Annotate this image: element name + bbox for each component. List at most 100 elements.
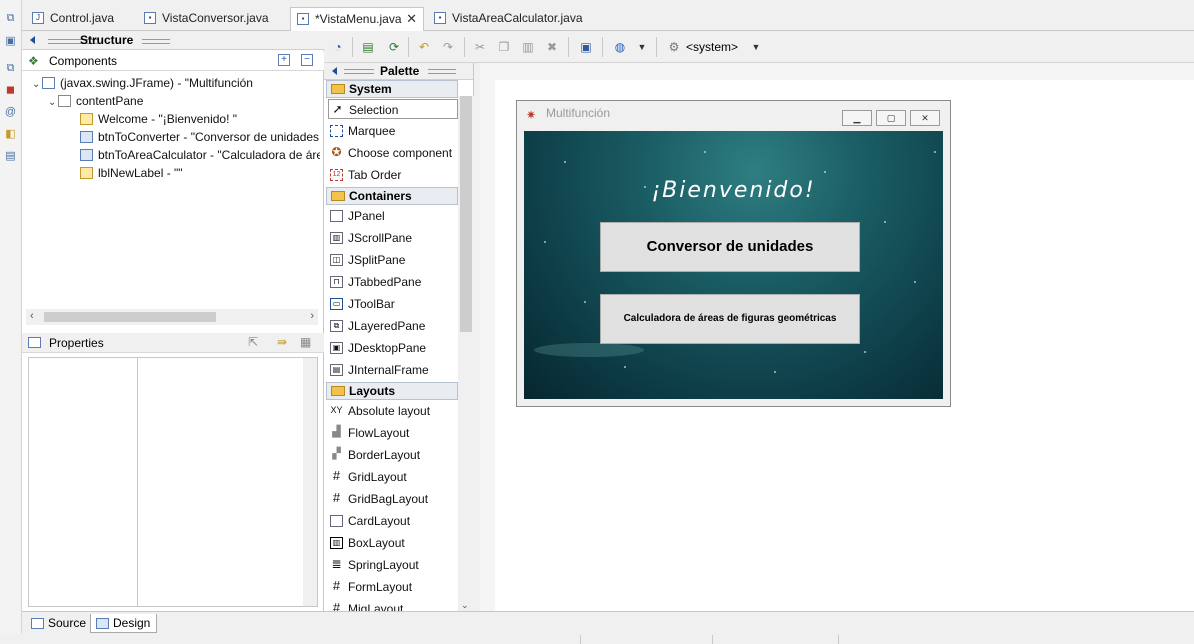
palette-item-selection[interactable]: ➚ Selection	[328, 99, 458, 119]
palette-item-springlayout[interactable]: ≣ SpringLayout	[328, 555, 458, 575]
scroll-left-icon[interactable]: ‹	[30, 310, 34, 322]
collapse-arrow-icon[interactable]	[332, 67, 337, 75]
status-separator	[580, 635, 581, 644]
tab-vistaconversor-java[interactable]: ▪ VistaConversor.java	[138, 7, 286, 31]
structure-header: Structure	[22, 31, 324, 50]
generate-code-icon[interactable]: ▤	[360, 39, 376, 55]
globe-icon[interactable]: ◍	[612, 39, 628, 55]
palette-item-formlayout[interactable]: # FormLayout	[328, 577, 458, 597]
cut-icon[interactable]: ✂	[472, 39, 488, 55]
palette-item-miglayout[interactable]: # MigLayout	[328, 599, 458, 611]
tree-node-welcome[interactable]: Welcome - "¡Bienvenido! "	[80, 110, 237, 128]
tab-label: VistaAreaCalculator.java	[452, 11, 583, 25]
palette-item-jscrollpane[interactable]: ▥ JScrollPane	[328, 228, 458, 248]
palette-item-jlayeredpane[interactable]: ⧉ JLayeredPane	[328, 316, 458, 336]
collapse-arrow-icon[interactable]	[30, 36, 35, 44]
delete-icon[interactable]: ✖	[544, 39, 560, 55]
look-and-feel-icon[interactable]: ⚙	[666, 39, 682, 55]
maximize-button[interactable]: ▢	[876, 110, 906, 126]
scroll-down-icon[interactable]: ⌄	[461, 600, 469, 611]
palette-item-gridlayout[interactable]: # GridLayout	[328, 467, 458, 487]
tab-label: Control.java	[50, 11, 115, 25]
jdesktoppane-icon: ▣	[330, 342, 343, 354]
welcome-label: ¡Bienvenido!	[651, 178, 816, 203]
palette-item-jtoolbar[interactable]: ▭ JToolBar	[328, 294, 458, 314]
area-calculator-button[interactable]: Calculadora de áreas de figuras geométri…	[600, 294, 860, 344]
tab-vistaareacalculator-java[interactable]: ▪ VistaAreaCalculator.java	[428, 7, 586, 31]
particle	[824, 171, 826, 173]
scrollbar-thumb[interactable]	[44, 312, 216, 322]
palette-scrollbar-thumb[interactable]	[460, 96, 472, 332]
look-and-feel-value[interactable]: <system>	[686, 40, 738, 54]
properties-grid[interactable]	[28, 357, 318, 607]
tab-design[interactable]: Design	[90, 614, 158, 633]
palette-item-jdesktoppane[interactable]: ▣ JDesktopPane	[328, 338, 458, 358]
tab-source[interactable]: Source	[26, 614, 92, 633]
show-events-icon[interactable]: ⇱	[248, 335, 258, 349]
close-tab-icon[interactable]: ✕	[406, 8, 417, 30]
palette-item-tab-order[interactable]: 12 Tab Order	[328, 165, 458, 185]
components-header: ❖ Components + −	[22, 51, 324, 71]
expand-all-icon[interactable]: +	[278, 54, 290, 66]
chevron-down-icon[interactable]: ▼	[748, 39, 764, 55]
tab-control-java[interactable]: J Control.java	[26, 7, 132, 31]
declaration-icon[interactable]: ◧	[4, 128, 17, 141]
palette-item-jinternalframe[interactable]: ▤ JInternalFrame	[328, 360, 458, 380]
minimize-button[interactable]: ▁	[842, 110, 872, 126]
palette-item-cardlayout[interactable]: CardLayout	[328, 511, 458, 531]
palette-item-boxlayout[interactable]: ▥ BoxLayout	[328, 533, 458, 553]
palette-item-flowlayout[interactable]: ▟ FlowLayout	[328, 423, 458, 443]
goto-definition-icon[interactable]: ⇛	[277, 335, 287, 349]
tree-node-contentpane[interactable]: ⌄ contentPane	[48, 92, 143, 110]
palette-category-containers[interactable]: Containers	[326, 187, 458, 205]
grip-icon	[142, 39, 170, 44]
view-menu-icon[interactable]: ▦	[300, 335, 311, 349]
scroll-right-icon[interactable]: ›	[310, 310, 314, 322]
palette-category-layouts[interactable]: Layouts	[326, 382, 458, 400]
chevron-down-icon[interactable]: ⌄	[32, 76, 42, 94]
particle	[934, 151, 936, 153]
refresh-icon[interactable]: ⟳	[386, 39, 402, 55]
redo-icon[interactable]: ↷	[440, 39, 456, 55]
test-gui-icon[interactable]: ◔	[330, 39, 346, 55]
palette-item-marquee[interactable]: Marquee	[328, 121, 458, 141]
tree-node-jframe[interactable]: ⌄ (javax.swing.JFrame) - "Multifunción	[32, 74, 253, 92]
javadoc-icon[interactable]: @	[4, 106, 17, 119]
editor-tab-bar: J Control.java ▪ VistaConversor.java ▪ *…	[22, 5, 1194, 32]
tree-node-lblnewlabel[interactable]: lblNewLabel - ""	[80, 164, 183, 182]
frame-icon	[42, 77, 55, 89]
tab-vistamenu-java[interactable]: ▪ *VistaMenu.java ✕	[290, 7, 424, 32]
palette-category-system[interactable]: System	[326, 80, 458, 98]
preview-icon[interactable]: ▣	[578, 39, 594, 55]
palette-item-absolute-layout[interactable]: XY Absolute layout	[328, 401, 458, 421]
tree-node-btntoareacalculator[interactable]: btnToAreaCalculator - "Calculadora de ár…	[80, 146, 320, 164]
chevron-down-icon[interactable]: ⌄	[48, 94, 58, 112]
problems-icon[interactable]: ◼	[4, 84, 17, 97]
jtoolbar-icon: ▭	[330, 298, 343, 310]
palette-item-jsplitpane[interactable]: ◫ JSplitPane	[328, 250, 458, 270]
palette-item-gridbaglayout[interactable]: # GridBagLayout	[328, 489, 458, 509]
palette-item-jtabbedpane[interactable]: ⊓ JTabbedPane	[328, 272, 458, 292]
paste-icon[interactable]: ▥	[520, 39, 536, 55]
console-icon[interactable]: ▤	[4, 150, 17, 163]
collapse-all-icon[interactable]: −	[301, 54, 313, 66]
restore-icon[interactable]: ⧉	[4, 12, 17, 25]
card-layout-icon	[330, 515, 343, 527]
copy-icon[interactable]: ❐	[496, 39, 512, 55]
palette-item-jpanel[interactable]: JPanel	[328, 206, 458, 226]
restore-icon[interactable]: ⧉	[4, 62, 17, 75]
status-separator	[838, 635, 839, 644]
chevron-down-icon[interactable]: ▼	[634, 39, 650, 55]
undo-icon[interactable]: ↶	[416, 39, 432, 55]
tree-node-btntoconverter[interactable]: btnToConverter - "Conversor de unidades	[80, 128, 320, 146]
properties-vertical-scrollbar[interactable]	[303, 358, 317, 606]
folder-icon	[331, 386, 345, 396]
close-button[interactable]: ✕	[910, 110, 940, 126]
palette-item-borderlayout[interactable]: ▞ BorderLayout	[328, 445, 458, 465]
tree-horizontal-scrollbar[interactable]: ‹ ›	[26, 309, 318, 325]
hierarchy-icon[interactable]: ▣	[4, 35, 17, 48]
palette-item-choose-component[interactable]: ✪ Choose component	[328, 143, 458, 163]
particle	[624, 366, 626, 368]
particle	[884, 221, 886, 223]
converter-button[interactable]: Conversor de unidades	[600, 222, 860, 272]
